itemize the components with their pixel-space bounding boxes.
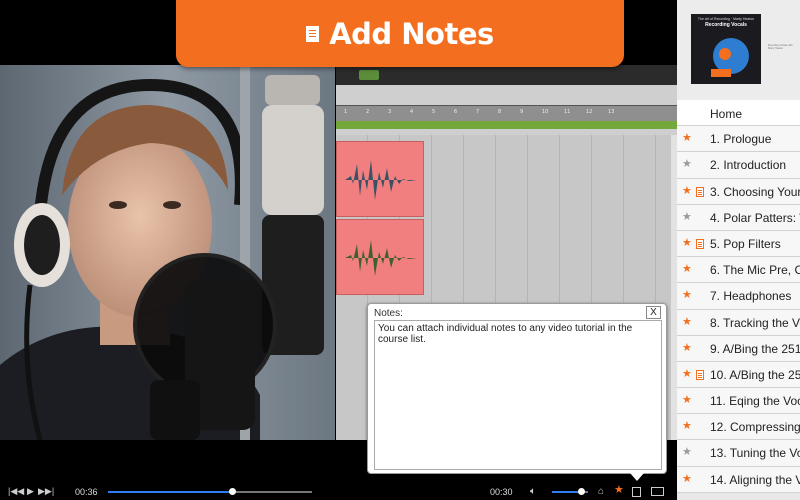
lesson-label: 13. Tuning the Vo xyxy=(710,446,800,461)
audio-clip xyxy=(336,141,424,217)
star-icon[interactable]: ★ xyxy=(682,473,692,485)
lesson-item[interactable]: ★ 7. Headphones xyxy=(677,283,800,310)
home-icon[interactable]: ⌂ xyxy=(598,487,604,497)
lesson-item[interactable]: ★ 8. Tracking the Vo xyxy=(677,309,800,336)
daw-ruler-tick: 3 xyxy=(388,109,392,115)
star-icon[interactable]: ★ xyxy=(682,158,692,170)
notes-label: Notes: xyxy=(374,308,403,319)
daw-toolbar xyxy=(336,65,677,85)
star-icon[interactable]: ★ xyxy=(682,420,692,432)
cover-head-graphic xyxy=(711,38,749,77)
elapsed-time: 00:36 xyxy=(75,487,98,497)
sidebar-item-label: Home xyxy=(710,107,743,121)
daw-ruler-tick: 5 xyxy=(432,109,436,115)
star-icon[interactable]: ★ xyxy=(682,289,692,301)
seek-bar-progress xyxy=(108,491,233,493)
lesson-item[interactable]: ★ 6. The Mic Pre, C xyxy=(677,257,800,284)
lesson-item[interactable]: ★ 5. Pop Filters xyxy=(677,230,800,258)
remaining-time: 00:30 xyxy=(490,487,513,497)
play-icon[interactable]: ▶ xyxy=(27,487,34,496)
course-cover: The Art of Recording · Marty Heaton Reco… xyxy=(677,0,800,100)
course-sidebar: The Art of Recording · Marty Heaton Reco… xyxy=(677,0,800,500)
popup-pointer xyxy=(630,473,644,481)
lesson-item[interactable]: ★ 2. Introduction xyxy=(677,152,800,179)
skip-back-icon[interactable]: |◀◀ xyxy=(8,487,24,496)
notes-textarea[interactable]: You can attach individual notes to any v… xyxy=(374,320,662,470)
volume-slider-knob[interactable] xyxy=(578,488,586,495)
star-icon[interactable]: ★ xyxy=(682,185,692,197)
note-icon xyxy=(696,369,704,380)
lesson-item[interactable]: ★ 12. Compressing xyxy=(677,414,800,441)
lesson-label: 2. Introduction xyxy=(710,158,787,173)
star-icon[interactable]: ★ xyxy=(682,394,692,406)
add-notes-banner: Add Notes xyxy=(176,0,624,67)
daw-ruler-tick: 8 xyxy=(498,109,502,115)
lesson-label: 8. Tracking the Vo xyxy=(710,315,800,330)
note-icon xyxy=(696,186,704,197)
seek-bar-knob[interactable] xyxy=(228,488,236,495)
lesson-label: 12. Compressing xyxy=(710,420,800,435)
daw-ruler-tick: 11 xyxy=(564,109,571,115)
star-icon[interactable]: ★ xyxy=(614,485,624,496)
star-icon[interactable]: ★ xyxy=(682,446,692,458)
lesson-item[interactable]: ★ 10. A/Bing the 25 xyxy=(677,361,800,389)
singer-illustration xyxy=(0,65,335,440)
banner-title: Add Notes xyxy=(329,16,494,51)
star-icon[interactable]: ★ xyxy=(682,132,692,144)
lesson-label: 4. Polar Patters: W xyxy=(710,210,800,225)
lesson-label: 7. Headphones xyxy=(710,289,792,304)
lesson-item[interactable]: ★ 14. Aligning the V xyxy=(677,466,800,493)
lesson-label: 14. Aligning the V xyxy=(710,472,800,487)
daw-ruler-tick: 12 xyxy=(586,109,593,115)
lesson-item[interactable]: ★ 4. Polar Patters: W xyxy=(677,204,800,231)
daw-ruler-tick: 1 xyxy=(344,109,348,115)
lesson-label: 11. Eqing the Voc xyxy=(710,394,800,409)
lesson-item[interactable]: ★ 3. Choosing Your xyxy=(677,178,800,205)
lesson-label: 9. A/Bing the 251 xyxy=(710,341,800,356)
star-icon[interactable]: ★ xyxy=(682,368,692,380)
notes-popup: Notes: X You can attach individual notes… xyxy=(367,303,667,481)
lesson-label: 5. Pop Filters xyxy=(710,236,781,251)
fullscreen-icon[interactable] xyxy=(651,487,664,496)
note-icon xyxy=(306,25,320,42)
lesson-item[interactable]: ★ 1. Prologue xyxy=(677,126,800,153)
note-icon xyxy=(696,238,704,249)
skip-forward-icon[interactable]: ▶▶| xyxy=(38,487,54,496)
cover-caption: Recording Vocals with Marty Heaton xyxy=(768,44,793,50)
lesson-label: 3. Choosing Your xyxy=(710,184,800,199)
star-icon[interactable]: ★ xyxy=(682,237,692,249)
notes-icon[interactable] xyxy=(632,487,641,497)
daw-ruler-tick: 2 xyxy=(366,109,370,115)
daw-ruler-tick: 6 xyxy=(454,109,458,115)
daw-ruler-tick: 7 xyxy=(476,109,480,115)
daw-ruler-tick: 13 xyxy=(608,109,615,115)
video-frame-singer xyxy=(0,65,335,440)
lesson-list: Home ★ 1. Prologue ★ 2. Introduction ★ 3. Cho… xyxy=(677,100,800,493)
daw-ruler-tick: 10 xyxy=(542,109,549,115)
daw-ruler-tick: 4 xyxy=(410,109,414,115)
course-cover-art: The Art of Recording · Marty Heaton Reco… xyxy=(691,14,761,84)
star-icon[interactable]: ★ xyxy=(682,316,692,328)
lesson-label: 6. The Mic Pre, C xyxy=(710,263,800,278)
lesson-item[interactable]: ★ 13. Tuning the Vo xyxy=(677,440,800,467)
volume-icon[interactable]: 🔈︎ xyxy=(530,487,536,497)
star-icon[interactable]: ★ xyxy=(682,263,692,275)
player-controls: |◀◀ ▶ ▶▶| 00:36 00:30 🔈︎ ⌂ ★ xyxy=(0,483,677,500)
star-icon[interactable]: ★ xyxy=(682,342,692,354)
audio-clip xyxy=(336,219,424,295)
daw-loop-bar xyxy=(336,121,677,129)
star-icon[interactable]: ★ xyxy=(682,211,692,223)
lesson-item[interactable]: ★ 9. A/Bing the 251 xyxy=(677,335,800,362)
lesson-label: 10. A/Bing the 25 xyxy=(710,367,800,382)
daw-ruler-tick: 9 xyxy=(520,109,524,115)
lesson-item[interactable]: ★ 11. Eqing the Voc xyxy=(677,388,800,415)
close-button[interactable]: X xyxy=(646,306,661,319)
video-player[interactable]: 1 2 3 4 5 6 7 8 9 10 11 12 13 Add Notes Notes: X You… xyxy=(0,0,677,500)
sidebar-item-home[interactable]: Home xyxy=(677,100,800,127)
lesson-label: 1. Prologue xyxy=(710,132,772,147)
